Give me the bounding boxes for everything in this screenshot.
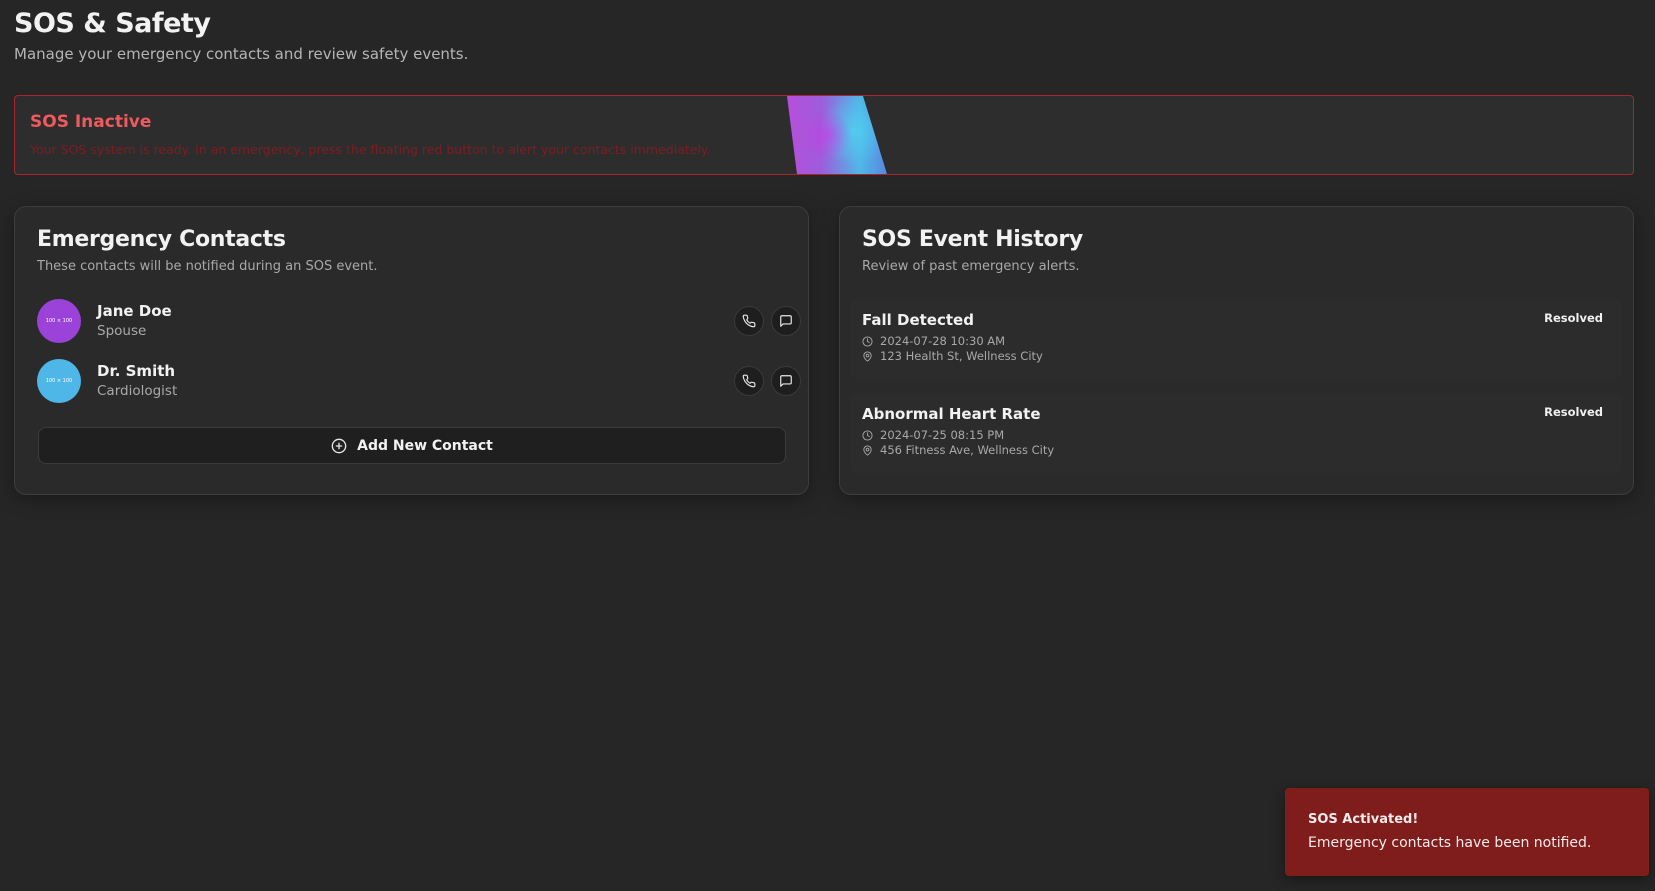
event-location: 123 Health St, Wellness City xyxy=(862,349,1043,363)
sos-status-text: Your SOS system is ready. In an emergenc… xyxy=(30,142,711,157)
map-pin-icon xyxy=(863,444,872,456)
sos-event-history-card: SOS Event History Review of past emergen… xyxy=(839,206,1634,495)
event-datetime: 2024-07-28 10:30 AM xyxy=(862,334,1005,348)
clock-icon xyxy=(862,429,873,441)
call-button[interactable] xyxy=(734,306,764,336)
add-new-contact-label: Add New Contact xyxy=(357,437,493,454)
call-button[interactable] xyxy=(734,366,764,396)
sos-status-title: SOS Inactive xyxy=(30,112,152,132)
avatar: 100 × 100 xyxy=(37,359,81,403)
emergency-contacts-card: Emergency Contacts These contacts will b… xyxy=(14,206,809,495)
toast-title: SOS Activated! xyxy=(1308,812,1419,827)
event-location-text: 456 Fitness Ave, Wellness City xyxy=(880,443,1055,457)
message-button[interactable] xyxy=(771,366,801,396)
map-pin-icon xyxy=(863,350,872,362)
contact-name: Jane Doe xyxy=(97,302,172,320)
event-item[interactable]: Fall Detected Resolved 2024-07-28 10:30 … xyxy=(851,299,1621,379)
banner-decorative-graphic xyxy=(787,96,887,174)
event-location: 456 Fitness Ave, Wellness City xyxy=(862,443,1054,457)
contact-role: Cardiologist xyxy=(97,383,178,399)
emergency-contacts-subtitle: These contacts will be notified during a… xyxy=(37,259,378,274)
sos-activated-toast[interactable]: SOS Activated! Emergency contacts have b… xyxy=(1285,788,1649,876)
sos-status-banner: SOS Inactive Your SOS system is ready. I… xyxy=(14,95,1634,175)
avatar: 100 × 100 xyxy=(37,299,81,343)
contact-item-jane-doe: 100 × 100 Jane Doe Spouse xyxy=(37,299,801,347)
emergency-contacts-title: Emergency Contacts xyxy=(37,227,286,252)
contact-name: Dr. Smith xyxy=(97,362,176,380)
message-button[interactable] xyxy=(771,306,801,336)
clock-icon xyxy=(862,335,873,347)
contact-role: Spouse xyxy=(97,323,147,339)
status-badge: Resolved xyxy=(1534,307,1613,329)
toast-text: Emergency contacts have been notified. xyxy=(1308,835,1592,851)
event-datetime: 2024-07-25 08:15 PM xyxy=(862,428,1004,442)
event-title: Abnormal Heart Rate xyxy=(862,405,1041,423)
phone-icon xyxy=(742,374,756,388)
add-new-contact-button[interactable]: Add New Contact xyxy=(38,427,786,464)
message-icon xyxy=(780,375,792,387)
sos-event-history-title: SOS Event History xyxy=(862,227,1083,252)
event-datetime-text: 2024-07-28 10:30 AM xyxy=(880,334,1006,348)
message-icon xyxy=(780,315,792,327)
event-datetime-text: 2024-07-25 08:15 PM xyxy=(880,428,1005,442)
plus-circle-icon xyxy=(331,438,347,453)
event-location-text: 123 Health St, Wellness City xyxy=(880,349,1043,363)
sos-event-history-subtitle: Review of past emergency alerts. xyxy=(862,259,1080,274)
status-badge: Resolved xyxy=(1534,401,1613,423)
event-item[interactable]: Abnormal Heart Rate Resolved 2024-07-25 … xyxy=(851,393,1621,473)
contact-item-dr-smith: 100 × 100 Dr. Smith Cardiologist xyxy=(37,359,801,407)
phone-icon xyxy=(742,314,756,328)
page-title: SOS & Safety xyxy=(14,8,211,39)
event-title: Fall Detected xyxy=(862,311,974,329)
page-subtitle: Manage your emergency contacts and revie… xyxy=(14,45,469,63)
